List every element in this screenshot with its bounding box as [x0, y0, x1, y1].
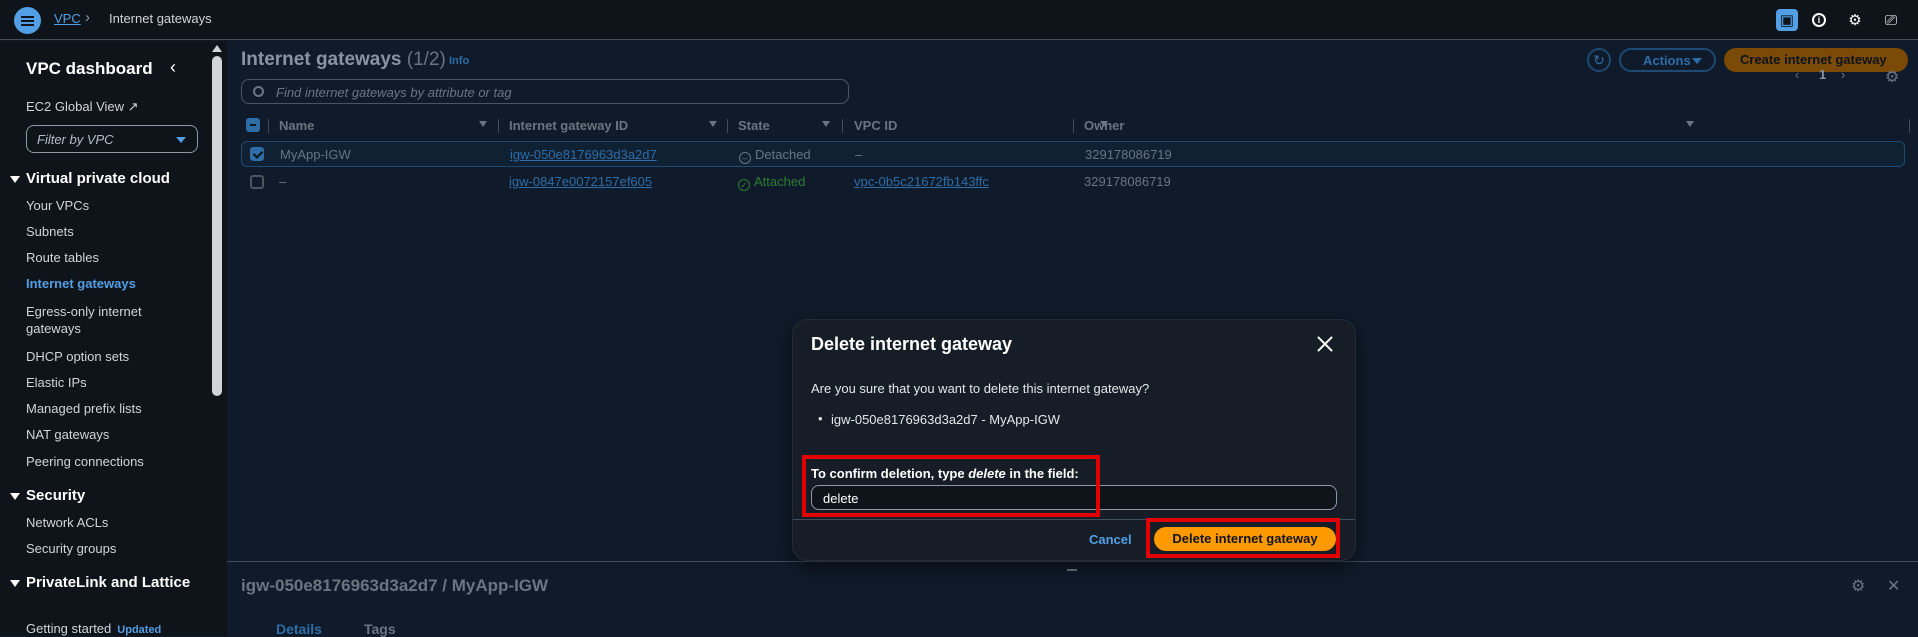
sidebar-item-subnets[interactable]: Subnets — [26, 224, 74, 239]
caret-down-icon — [10, 175, 20, 183]
search-icon — [253, 86, 264, 97]
modal-question: Are you sure that you want to delete thi… — [811, 381, 1150, 396]
sort-icon[interactable] — [479, 121, 487, 127]
column-header-owner[interactable]: Owner — [1084, 118, 1694, 133]
caret-down-icon — [1692, 58, 1702, 64]
detached-status-icon: – — [739, 152, 751, 164]
split-panel-icon[interactable]: ▣ — [1776, 9, 1798, 31]
info-icon[interactable]: i — [1808, 9, 1830, 31]
sidebar-item-network-acls[interactable]: Network ACLs — [26, 515, 108, 530]
breadcrumb-current: Internet gateways — [109, 11, 212, 26]
cell-owner: 329178086719 — [1084, 174, 1171, 189]
sidebar-item-internet-gateways[interactable]: Internet gateways — [26, 276, 136, 291]
modal-title: Delete internet gateway — [811, 334, 1013, 354]
create-internet-gateway-button[interactable]: Create internet gateway — [1724, 48, 1908, 72]
sort-icon[interactable] — [1686, 121, 1694, 127]
gateway-to-delete: igw-050e8176963d3a2d7 - MyApp-IGW — [818, 411, 1060, 427]
split-panel-divider — [227, 561, 1918, 562]
side-navigation: VPC dashboard ‹ EC2 Global View ↗ Filter… — [0, 41, 207, 636]
details-panel-title: igw-050e8176963d3a2d7 / MyApp-IGW — [241, 576, 549, 595]
section-privatelink-and-lattice[interactable]: PrivateLink and Lattice — [10, 574, 190, 592]
sidebar-item-egress-only-internet-gateways[interactable]: Egress-only internet gateways — [26, 303, 176, 337]
sidebar-title: VPC dashboard — [26, 59, 153, 78]
cell-state: ✓ Attached — [738, 174, 805, 191]
column-header-vpc-id[interactable]: VPC ID — [854, 118, 1108, 133]
column-header-name[interactable]: Name — [279, 118, 487, 133]
select-all-checkbox[interactable] — [246, 118, 260, 132]
top-navigation-bar: VPC › Internet gateways ▣ i ⚙ ⎚ — [0, 0, 1918, 40]
settings-icon[interactable]: ⚙ — [1844, 9, 1866, 31]
resize-handle[interactable] — [1067, 569, 1077, 571]
refresh-icon: ↻ — [1593, 51, 1605, 68]
info-link[interactable]: Info — [449, 55, 469, 67]
split-panel-settings-icon[interactable]: ⚙ — [1851, 576, 1865, 596]
prev-page-icon[interactable]: ‹ — [1795, 67, 1799, 82]
attached-status-icon: ✓ — [738, 179, 750, 191]
table-row[interactable]: – igw-0847e0072157ef605 ✓ Attached vpc-0b… — [241, 169, 1905, 195]
ec2-global-view-link[interactable]: EC2 Global View ↗ — [26, 99, 139, 115]
next-page-icon[interactable]: › — [1841, 67, 1845, 82]
cell-name: MyApp-IGW — [280, 147, 351, 162]
sidebar-item-your-vpcs[interactable]: Your VPCs — [26, 198, 89, 213]
sidebar-item-managed-prefix-lists[interactable]: Managed prefix lists — [26, 401, 142, 416]
sidebar-item-dhcp-option-sets[interactable]: DHCP option sets — [26, 349, 129, 364]
highlight-delete-button — [1146, 518, 1340, 558]
sidebar-item-security-groups[interactable]: Security groups — [26, 541, 116, 556]
external-link-icon: ↗ — [127, 99, 139, 114]
menu-icon[interactable] — [14, 7, 41, 34]
sidebar-item-elastic-ips[interactable]: Elastic IPs — [26, 375, 87, 390]
table-header: Name Internet gateway ID State VPC ID Ow… — [241, 113, 1918, 137]
cancel-button[interactable]: Cancel — [1089, 532, 1132, 547]
highlight-confirm-field — [802, 455, 1100, 517]
collapse-sidebar-icon[interactable]: ‹ — [170, 57, 176, 78]
sidebar-scrollbar[interactable] — [207, 41, 227, 636]
column-header-gateway-id[interactable]: Internet gateway ID — [509, 118, 717, 133]
page-title: Internet gateways (1/2) — [241, 49, 446, 70]
table-preferences-icon[interactable]: ⚙ — [1885, 67, 1899, 87]
cell-state: – Detached — [739, 147, 811, 164]
sidebar-item-getting-started[interactable]: Getting started Updated — [26, 621, 161, 636]
updated-badge: Updated — [117, 624, 162, 636]
refresh-button[interactable]: ↻ — [1587, 48, 1611, 72]
tab-details[interactable]: Details — [276, 621, 322, 637]
caret-down-icon — [10, 579, 20, 587]
cell-vpc-id: – — [855, 147, 863, 162]
filter-by-vpc-select[interactable]: Filter by VPC — [26, 125, 198, 153]
sort-icon[interactable] — [709, 121, 717, 127]
sidebar-item-peering-connections[interactable]: Peering connections — [26, 454, 144, 469]
scroll-up-icon[interactable] — [212, 45, 222, 52]
cell-gateway-id-link[interactable]: igw-0847e0072157ef605 — [509, 174, 652, 189]
section-virtual-private-cloud[interactable]: Virtual private cloud — [10, 170, 170, 187]
column-header-state[interactable]: State — [738, 118, 830, 133]
chevron-down-icon — [176, 137, 186, 143]
actions-button[interactable]: Actions — [1619, 48, 1716, 72]
breadcrumb-separator-icon: › — [85, 9, 90, 26]
cell-name: – — [279, 174, 287, 189]
section-security[interactable]: Security — [10, 487, 85, 504]
table-row[interactable]: MyApp-IGW igw-050e8176963d3a2d7 – Detache… — [241, 141, 1905, 167]
cell-gateway-id-link[interactable]: igw-050e8176963d3a2d7 — [510, 147, 657, 162]
caret-down-icon — [10, 492, 20, 500]
sidebar-item-route-tables[interactable]: Route tables — [26, 250, 99, 265]
cell-owner: 329178086719 — [1085, 147, 1172, 162]
close-icon[interactable] — [1313, 332, 1337, 356]
page-number[interactable]: 1 — [1819, 67, 1826, 82]
sidebar-item-nat-gateways[interactable]: NAT gateways — [26, 427, 109, 442]
search-input[interactable]: Find internet gateways by attribute or t… — [241, 79, 849, 104]
sort-icon[interactable] — [822, 121, 830, 127]
cell-vpc-id-link[interactable]: vpc-0b5c21672fb143ffc — [854, 174, 989, 189]
tab-tags[interactable]: Tags — [364, 621, 396, 637]
scrollbar-thumb[interactable] — [212, 56, 222, 396]
breadcrumb-vpc-link[interactable]: VPC — [54, 11, 81, 26]
row-checkbox[interactable] — [250, 175, 264, 189]
feedback-icon[interactable]: ⎚ — [1880, 9, 1902, 31]
close-split-panel-icon[interactable]: ✕ — [1887, 576, 1900, 596]
row-checkbox[interactable] — [250, 147, 264, 161]
